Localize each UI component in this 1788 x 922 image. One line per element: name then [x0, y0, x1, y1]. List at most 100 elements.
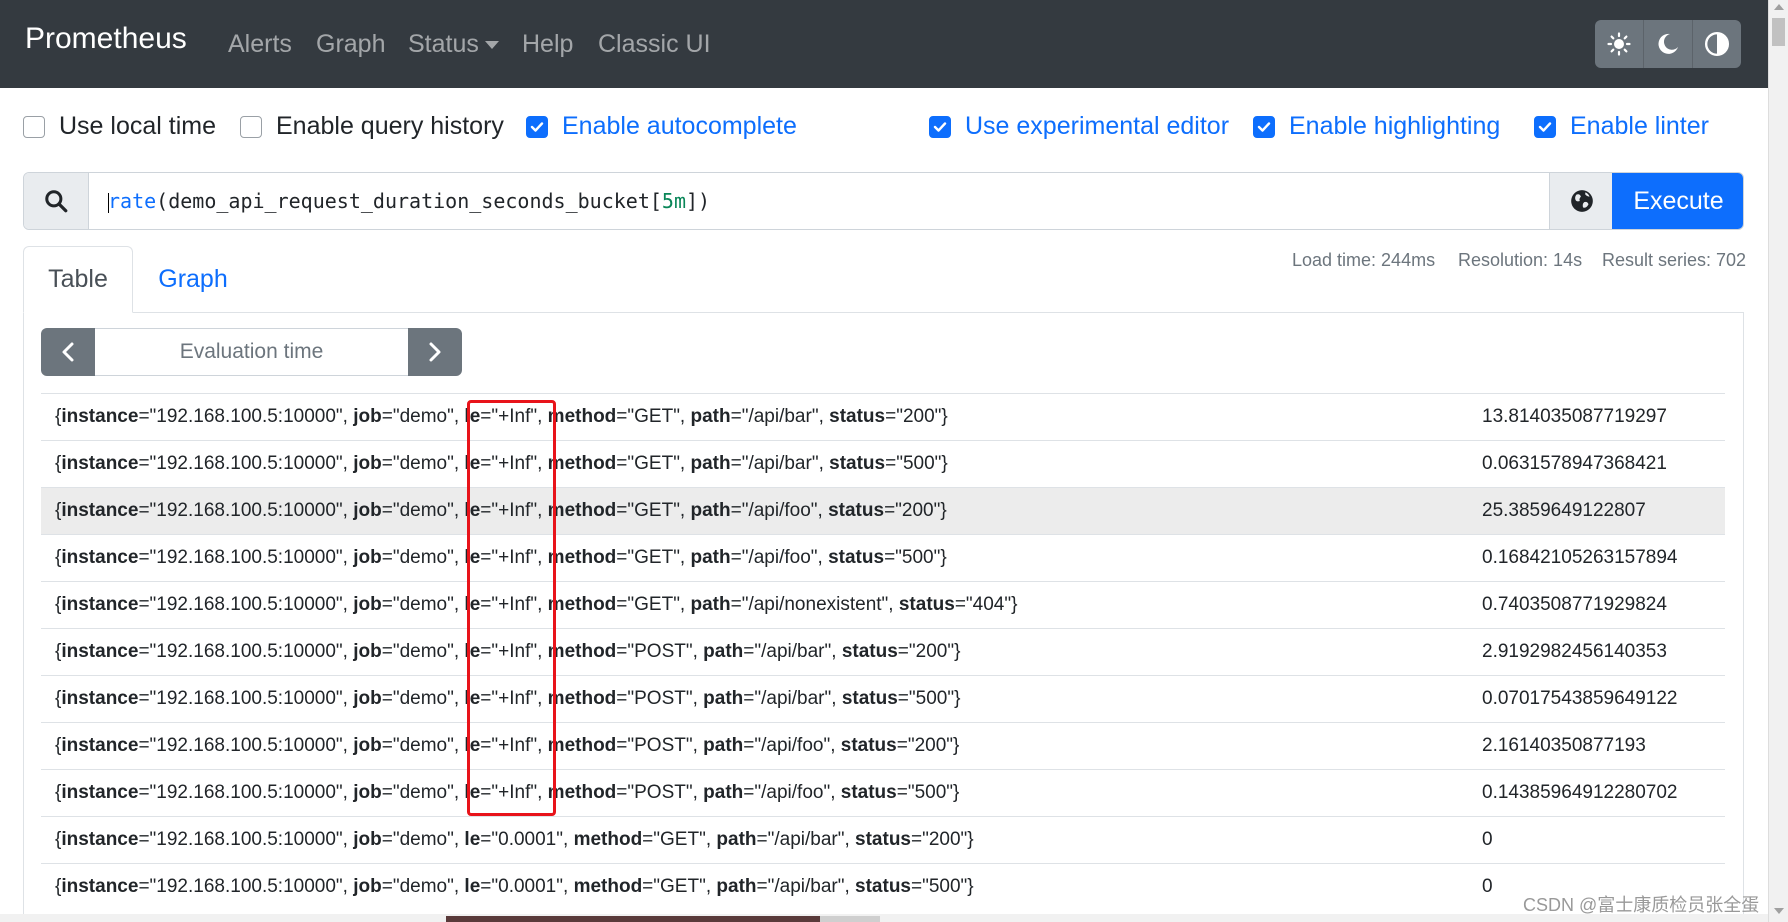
label-value: 192.168.100.5:10000 — [156, 500, 336, 521]
enable-linter-option[interactable]: Enable linter — [1534, 112, 1709, 141]
label-name: path — [690, 547, 731, 568]
enable-highlighting-checkbox[interactable] — [1253, 115, 1275, 138]
use-experimental-editor-label: Use experimental editor — [965, 112, 1230, 140]
label-name: instance — [61, 782, 139, 803]
label-name: status — [828, 547, 885, 568]
search-icon — [45, 190, 68, 213]
series-value: 13.814035087719297 — [1482, 393, 1725, 441]
light-theme-button[interactable] — [1595, 20, 1644, 68]
use-experimental-editor-option[interactable]: Use experimental editor — [929, 112, 1229, 141]
enable-highlighting-option[interactable]: Enable highlighting — [1253, 112, 1500, 141]
scrollbar-thumb[interactable] — [1772, 18, 1785, 46]
moon-icon — [1658, 33, 1678, 54]
nav-alerts[interactable]: Alerts — [228, 30, 292, 59]
label-value: POST — [634, 641, 686, 662]
execute-button[interactable]: Execute — [1612, 173, 1743, 229]
series-labels: {instance="192.168.100.5:10000", job="de… — [41, 534, 1482, 582]
dark-theme-button[interactable] — [1644, 20, 1693, 68]
use-experimental-editor-checkbox[interactable] — [929, 115, 951, 138]
contrast-icon — [1704, 31, 1730, 57]
auto-theme-button[interactable] — [1693, 20, 1741, 68]
label-value: GET — [634, 547, 674, 568]
label-value: /api/foo — [761, 735, 824, 756]
label-name: le — [464, 688, 481, 709]
label-name: path — [690, 453, 731, 474]
label-name: job — [353, 500, 382, 521]
label-value: POST — [634, 688, 686, 709]
nav-graph[interactable]: Graph — [316, 30, 385, 59]
enable-query-history-option[interactable]: Enable query history — [240, 112, 504, 141]
use-local-time-option[interactable]: Use local time — [23, 112, 216, 141]
chevron-right-icon — [429, 342, 441, 362]
enable-linter-label: Enable linter — [1570, 112, 1709, 140]
label-name: le — [464, 594, 481, 615]
table-row: {instance="192.168.100.5:10000", job="de… — [41, 816, 1725, 864]
label-name: method — [547, 500, 617, 521]
label-name: instance — [61, 594, 139, 615]
vertical-scrollbar[interactable] — [1768, 0, 1788, 922]
scrollbar-thumb-horizontal[interactable] — [820, 916, 880, 922]
nav-help[interactable]: Help — [522, 30, 573, 59]
checkmark-icon — [530, 121, 544, 132]
label-name: status — [841, 688, 898, 709]
enable-autocomplete-option[interactable]: Enable autocomplete — [526, 112, 797, 141]
nav-classic-ui[interactable]: Classic UI — [598, 30, 711, 59]
series-value: 0.7403508771929824 — [1482, 581, 1725, 629]
use-local-time-checkbox[interactable] — [23, 115, 45, 138]
label-name: status — [828, 500, 885, 521]
query-expression-input[interactable]: rate(demo_api_request_duration_seconds_b… — [108, 189, 710, 213]
expr-open-bracket: [ — [649, 189, 662, 213]
label-value: demo — [399, 876, 448, 898]
brand-logo[interactable]: Prometheus — [25, 22, 187, 56]
label-value: demo — [399, 453, 448, 474]
label-name: job — [353, 453, 382, 474]
label-name: path — [690, 500, 731, 521]
series-value: 0.0631578947368421 — [1482, 440, 1725, 488]
eval-time-next-button[interactable] — [408, 328, 462, 376]
eval-time-prev-button[interactable] — [41, 328, 95, 376]
horizontal-scrollbar[interactable] — [0, 914, 1768, 922]
label-value: demo — [399, 735, 448, 756]
series-value: 2.9192982456140353 — [1482, 628, 1725, 676]
label-name: status — [829, 453, 886, 474]
label-name: status — [840, 735, 897, 756]
theme-toggle-group — [1595, 20, 1741, 68]
label-name: le — [464, 829, 481, 850]
label-value: demo — [399, 594, 448, 615]
label-name: instance — [61, 829, 139, 850]
enable-query-history-checkbox[interactable] — [240, 115, 262, 138]
enable-linter-checkbox[interactable] — [1534, 115, 1556, 138]
table-row: {instance="192.168.100.5:10000", job="de… — [41, 440, 1725, 488]
caret-down-icon — [484, 41, 499, 50]
label-value: 192.168.100.5:10000 — [156, 688, 336, 709]
label-name: path — [703, 641, 744, 662]
series-labels: {instance="192.168.100.5:10000", job="de… — [41, 440, 1482, 488]
label-value: 192.168.100.5:10000 — [156, 406, 336, 427]
tab-table[interactable]: Table — [23, 246, 133, 313]
scroll-down-arrow-icon[interactable] — [1774, 908, 1784, 914]
resolution: Resolution: 14s — [1458, 250, 1583, 270]
table-row: {instance="192.168.100.5:10000", job="de… — [41, 863, 1725, 911]
label-name: le — [464, 735, 481, 756]
nav-status-dropdown[interactable]: Status — [408, 30, 499, 59]
label-name: instance — [61, 735, 139, 756]
table-row: {instance="192.168.100.5:10000", job="de… — [41, 675, 1725, 723]
label-value: +Inf — [498, 594, 531, 615]
label-value: GET — [634, 500, 674, 521]
metrics-explorer-button[interactable] — [1549, 173, 1613, 229]
checkmark-icon — [1257, 121, 1271, 132]
chevron-left-icon — [62, 342, 74, 362]
enable-autocomplete-label: Enable autocomplete — [562, 112, 797, 140]
enable-autocomplete-checkbox[interactable] — [526, 115, 548, 138]
series-value: 0 — [1482, 816, 1725, 864]
label-name: job — [353, 829, 382, 850]
label-name: instance — [61, 406, 139, 427]
query-bar: rate(demo_api_request_duration_seconds_b… — [23, 172, 1744, 230]
scroll-up-arrow-icon[interactable] — [1774, 4, 1784, 10]
label-name: status — [855, 876, 911, 898]
tab-graph[interactable]: Graph — [145, 246, 241, 312]
label-name: method — [547, 406, 617, 427]
expr-open-paren: ( — [156, 189, 169, 213]
label-name: le — [464, 406, 481, 427]
evaluation-time-input[interactable]: Evaluation time — [95, 328, 408, 376]
